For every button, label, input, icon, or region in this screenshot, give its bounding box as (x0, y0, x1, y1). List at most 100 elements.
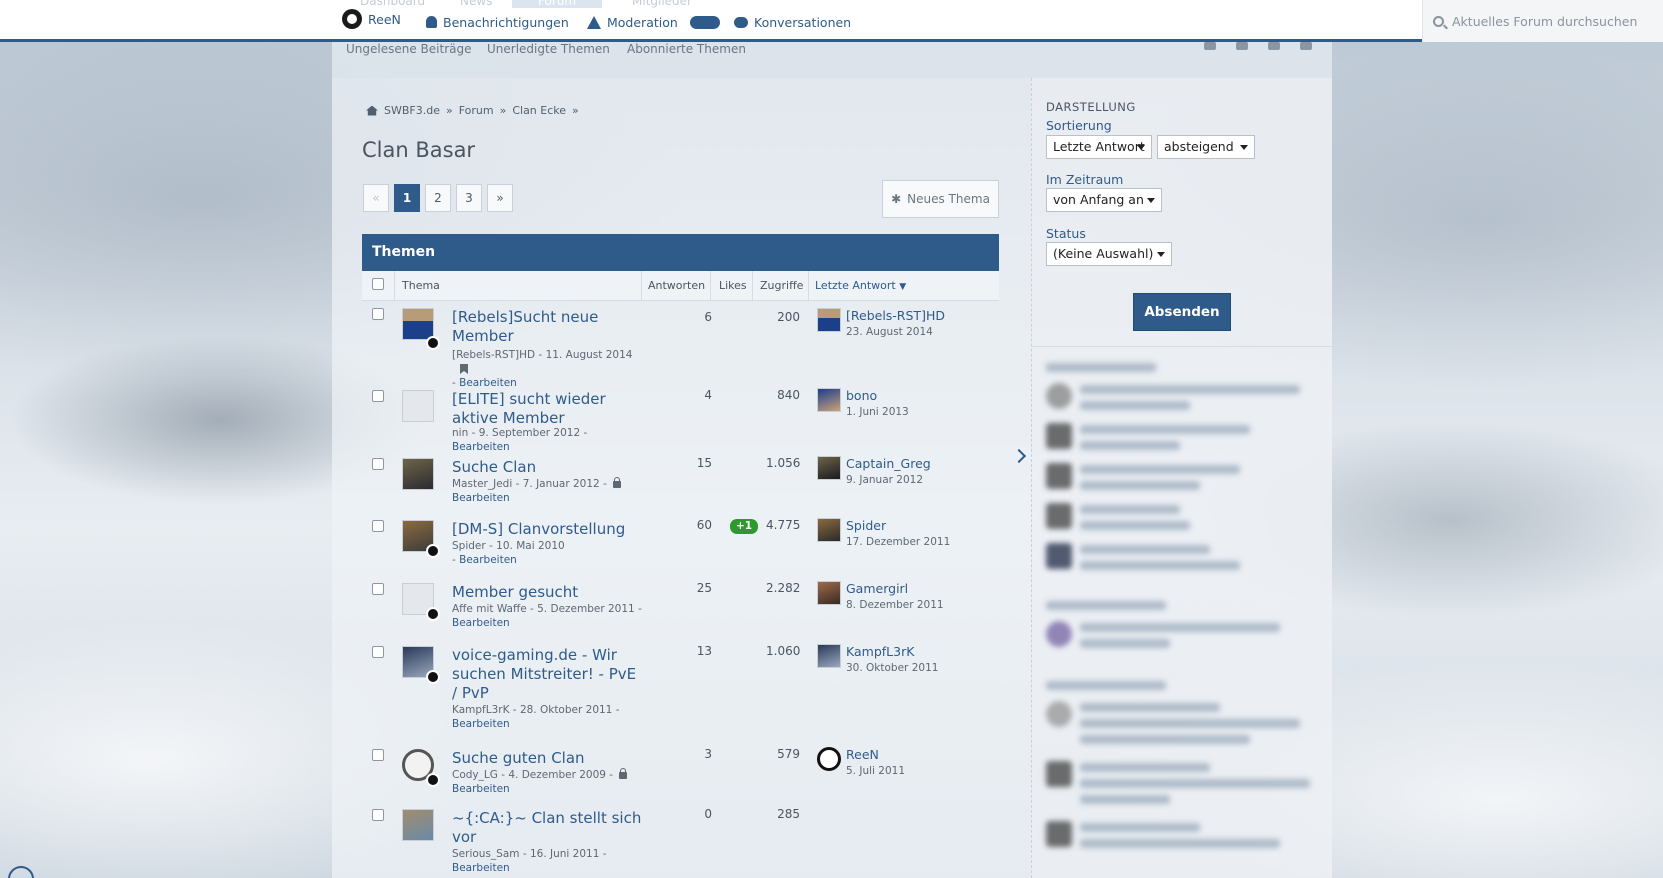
sort-field-select[interactable]: Letzte Antwort (1046, 135, 1152, 159)
reply-count: 3 (704, 747, 712, 761)
view-count: 4.775 (766, 518, 801, 532)
tab-dashboard[interactable]: Dashboard (360, 0, 425, 8)
last-poster-avatar[interactable] (817, 308, 841, 332)
thread-starter-avatar[interactable] (402, 390, 434, 422)
breadcrumb-site[interactable]: SWBF3.de (384, 104, 440, 117)
last-poster-avatar[interactable] (817, 644, 841, 668)
chevron-down-icon[interactable] (1300, 42, 1312, 50)
last-poster-name[interactable]: KampfL3rK (846, 644, 914, 659)
thread-starter-avatar[interactable] (402, 458, 434, 490)
user-menu[interactable]: ReeN (342, 9, 401, 29)
edit-link[interactable]: Bearbeiten (452, 441, 510, 453)
status-label: Status (1046, 226, 1086, 241)
view-count: 840 (777, 388, 800, 402)
thread-meta: nin - 9. September 2012 - Bearbeiten (452, 427, 588, 453)
thread-checkbox[interactable] (372, 809, 384, 821)
view-count: 1.060 (766, 644, 801, 658)
col-topic[interactable]: Thema (402, 279, 440, 292)
col-views[interactable]: Zugriffe (760, 279, 803, 292)
period-label: Im Zeitraum (1046, 172, 1124, 187)
new-thread-button[interactable]: ✱ Neues Thema (882, 180, 999, 218)
notifications-link[interactable]: Benachrichtigungen (426, 14, 569, 30)
thread-checkbox[interactable] (372, 458, 384, 470)
thread-checkbox[interactable] (372, 308, 384, 320)
last-poster-avatar[interactable] (817, 518, 841, 542)
last-poster-avatar[interactable] (817, 388, 841, 412)
thread-meta: Affe mit Waffe - 5. Dezember 2011 - Bear… (452, 603, 642, 629)
edit-link[interactable]: Bearbeiten (452, 492, 510, 504)
reply-count: 15 (696, 456, 712, 470)
last-poster-avatar[interactable] (817, 581, 841, 605)
thread-title[interactable]: [Rebels]Sucht neue Member (452, 308, 642, 346)
last-poster-name[interactable]: ReeN (846, 747, 879, 762)
last-poster-name[interactable]: bono (846, 388, 877, 403)
last-poster-avatar[interactable] (817, 747, 841, 771)
last-poster-avatar[interactable] (817, 456, 841, 480)
moderation-count-badge (689, 15, 720, 29)
last-poster-name[interactable]: [Rebels-RST]HD (846, 308, 945, 323)
thread-starter-avatar[interactable] (402, 308, 434, 340)
user-name: ReeN (368, 11, 401, 27)
display-options-title: DARSTELLUNG (1046, 100, 1136, 114)
thread-checkbox[interactable] (372, 583, 384, 595)
mark-read-icon[interactable] (1204, 42, 1216, 50)
tab-news[interactable]: News (460, 0, 492, 8)
status-select[interactable]: (Keine Auswahl) (1046, 242, 1172, 266)
pager-page-2[interactable]: 2 (425, 184, 451, 212)
pager-page-3[interactable]: 3 (456, 184, 482, 212)
thread-checkbox[interactable] (372, 520, 384, 532)
thread-title[interactable]: Suche Clan (452, 458, 642, 477)
edit-link[interactable]: Bearbeiten (452, 783, 510, 795)
col-likes[interactable]: Likes (719, 279, 747, 292)
thread-title[interactable]: [DM-S] Clanvorstellung (452, 520, 642, 539)
threads-column-header: Thema Antworten Likes Zugriffe Letzte An… (362, 271, 999, 301)
moderation-link[interactable]: Moderation (587, 14, 720, 30)
rss-icon[interactable] (1236, 42, 1248, 50)
edit-link[interactable]: Bearbeiten (452, 862, 510, 874)
thread-title[interactable]: ~{:CA:}~ Clan stellt sich vor (452, 809, 642, 847)
thread-meta: Cody_LG - 4. Dezember 2009 - Bearbeiten (452, 767, 642, 796)
subnav-unresolved-topics[interactable]: Unerledigte Themen (487, 42, 610, 56)
thread-meta: [Rebels-RST]HD - 11. August 2014- Bearbe… (452, 349, 633, 389)
tab-mitglieder[interactable]: Mitglieder (632, 0, 692, 8)
last-poster-name[interactable]: Spider (846, 518, 886, 533)
thread-checkbox[interactable] (372, 749, 384, 761)
thread-title[interactable]: [ELITE] sucht wieder aktive Member (452, 390, 642, 428)
col-last-reply[interactable]: Letzte Antwort ▼ (815, 279, 906, 292)
subnav-icons (1204, 42, 1312, 50)
home-icon[interactable] (366, 105, 378, 116)
select-all-checkbox[interactable] (372, 278, 384, 290)
last-post-date: 17. Dezember 2011 (846, 536, 951, 548)
thread-checkbox[interactable] (372, 646, 384, 658)
last-poster-name[interactable]: Gamergirl (846, 581, 908, 596)
period-select[interactable]: von Anfang an (1046, 188, 1162, 212)
subnav-unread-posts[interactable]: Ungelesene Beiträge (346, 42, 471, 56)
submit-button[interactable]: Absenden (1133, 293, 1231, 331)
thread-title[interactable]: voice-gaming.de - Wir suchen Mitstreiter… (452, 646, 642, 703)
sort-order-select[interactable]: absteigend (1157, 135, 1255, 159)
thread-starter-avatar[interactable] (402, 809, 434, 841)
col-replies[interactable]: Antworten (648, 279, 705, 292)
page-title: Clan Basar (362, 138, 476, 162)
edit-link[interactable]: Bearbeiten (452, 617, 510, 629)
search-input[interactable]: Aktuelles Forum durchsuchen (1422, 0, 1663, 42)
thread-title[interactable]: Member gesucht (452, 583, 642, 602)
view-count: 285 (777, 807, 800, 821)
pager-page-1[interactable]: 1 (394, 184, 420, 212)
edit-link[interactable]: Bearbeiten (459, 554, 517, 566)
edit-link[interactable]: Bearbeiten (452, 718, 510, 730)
tab-forum[interactable]: Forum (512, 0, 603, 8)
last-poster-name[interactable]: Captain_Greg (846, 456, 931, 471)
users-online-icon[interactable] (1268, 42, 1280, 50)
subnav-subscribed-topics[interactable]: Abonnierte Themen (627, 42, 746, 56)
thread-checkbox[interactable] (372, 390, 384, 402)
thread-title[interactable]: Suche guten Clan (452, 749, 642, 768)
breadcrumb-forum[interactable]: Forum (459, 104, 494, 117)
edit-link[interactable]: Bearbeiten (459, 377, 517, 389)
pagination: « 1 2 3 » (363, 184, 513, 212)
sidebar: DARSTELLUNG Sortierung Letzte Antwort ab… (1031, 78, 1333, 878)
breadcrumb-clan-ecke[interactable]: Clan Ecke (512, 104, 566, 117)
pager-next-button[interactable]: » (487, 184, 513, 212)
conversations-link[interactable]: Konversationen (734, 14, 851, 30)
participation-icon (426, 670, 440, 684)
